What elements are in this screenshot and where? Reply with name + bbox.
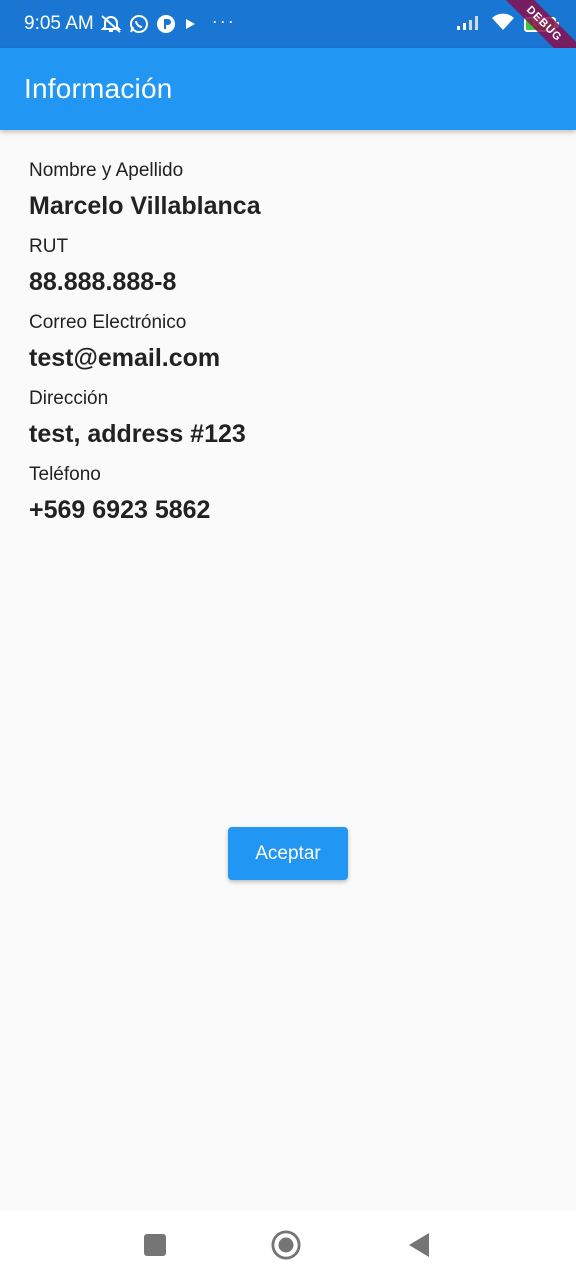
status-time: 9:05 AM <box>24 13 94 34</box>
field-email: Correo Electrónico test@email.com <box>29 308 549 378</box>
system-nav-bar <box>0 1210 576 1280</box>
field-label: RUT <box>29 236 69 257</box>
app-bar: Información <box>0 48 576 130</box>
field-label: Dirección <box>29 388 109 409</box>
recents-square-icon[interactable] <box>140 1230 170 1260</box>
field-phone: Teléfono +569 6923 5862 <box>29 460 549 530</box>
whatsapp-icon <box>129 14 149 34</box>
play-icon <box>183 17 197 31</box>
field-value: test@email.com <box>29 344 221 372</box>
back-triangle-icon[interactable] <box>404 1230 434 1260</box>
app-circle-icon <box>156 14 176 34</box>
info-list: Nombre y Apellido Marcelo Villablanca RU… <box>29 156 549 536</box>
field-value: 88.888.888-8 <box>29 268 177 296</box>
status-bar: 9:05 AM ··· 100 DEBUG <box>0 0 576 81</box>
home-circle-icon[interactable] <box>271 1230 301 1260</box>
field-rut: RUT 88.888.888-8 <box>29 232 549 302</box>
signal-icon <box>456 13 482 36</box>
field-label: Correo Electrónico <box>29 312 187 333</box>
page-title: Información <box>24 73 173 104</box>
field-value: Marcelo Villablanca <box>29 192 261 220</box>
more-dots-icon: ··· <box>211 10 236 31</box>
field-value: test, address #123 <box>29 420 246 448</box>
field-label: Teléfono <box>29 464 101 485</box>
field-name: Nombre y Apellido Marcelo Villablanca <box>29 156 549 226</box>
wifi-icon <box>491 12 515 37</box>
field-address: Dirección test, address #123 <box>29 384 549 454</box>
status-left-icons: ··· <box>100 10 236 34</box>
field-label: Nombre y Apellido <box>29 160 184 181</box>
field-value: +569 6923 5862 <box>29 496 211 524</box>
accept-button[interactable]: Aceptar <box>228 827 348 880</box>
muted-alarm-icon <box>100 14 122 34</box>
